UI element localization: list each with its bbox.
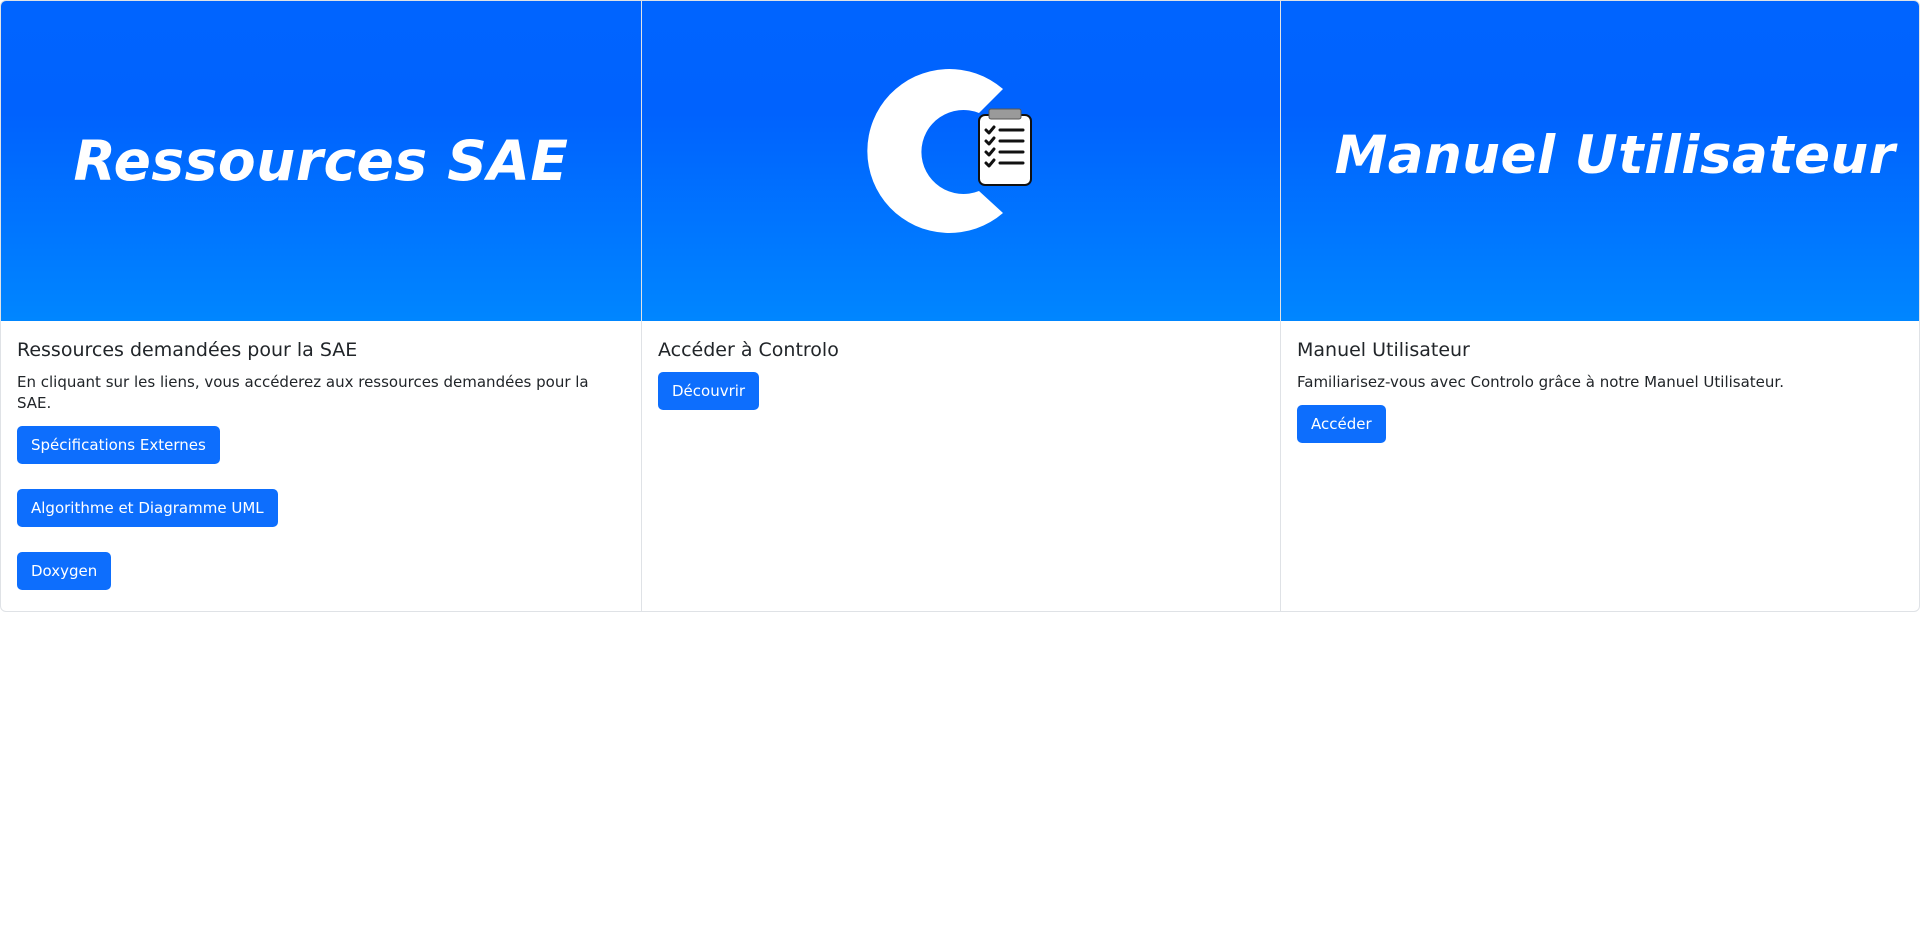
controlo-logo-icon: [867, 68, 1032, 233]
card-banner-ressources: Ressources SAE: [1, 1, 641, 321]
banner-title: Ressources SAE: [73, 129, 569, 193]
card-group: Ressources SAE Ressources demandées pour…: [0, 0, 1920, 612]
doxygen-button[interactable]: Doxygen: [17, 551, 112, 590]
card-manuel-utilisateur: Manuel Utilisateur Manuel Utilisateur Fa…: [1280, 1, 1919, 611]
card-banner-manuel: Manuel Utilisateur: [1281, 1, 1919, 321]
decouvrir-button[interactable]: Découvrir: [658, 371, 760, 410]
specifications-externes-button[interactable]: Spécifications Externes: [17, 425, 220, 464]
algorithme-uml-button[interactable]: Algorithme et Diagramme UML: [17, 488, 278, 527]
card-banner-controlo: [642, 1, 1280, 321]
card-controlo: Accéder à Controlo Découvrir: [641, 1, 1280, 611]
card-body: Manuel Utilisateur Familiarisez-vous ave…: [1281, 321, 1919, 459]
card-body: Accéder à Controlo Découvrir: [642, 321, 1280, 426]
card-title: Manuel Utilisateur: [1297, 339, 1470, 361]
card-ressources-sae: Ressources SAE Ressources demandées pour…: [1, 1, 641, 611]
card-body: Ressources demandées pour la SAE En cliq…: [1, 321, 641, 611]
acceder-button[interactable]: Accéder: [1297, 404, 1386, 443]
card-text: Familiarisez-vous avec Controlo grâce à …: [1297, 372, 1784, 391]
card-title: Ressources demandées pour la SAE: [17, 339, 358, 361]
card-text: En cliquant sur les liens, vous accédere…: [17, 372, 589, 412]
card-title: Accéder à Controlo: [658, 339, 839, 361]
banner-title: Manuel Utilisateur: [1334, 124, 1896, 186]
button-stack: Spécifications Externes Algorithme et Di…: [17, 425, 625, 611]
